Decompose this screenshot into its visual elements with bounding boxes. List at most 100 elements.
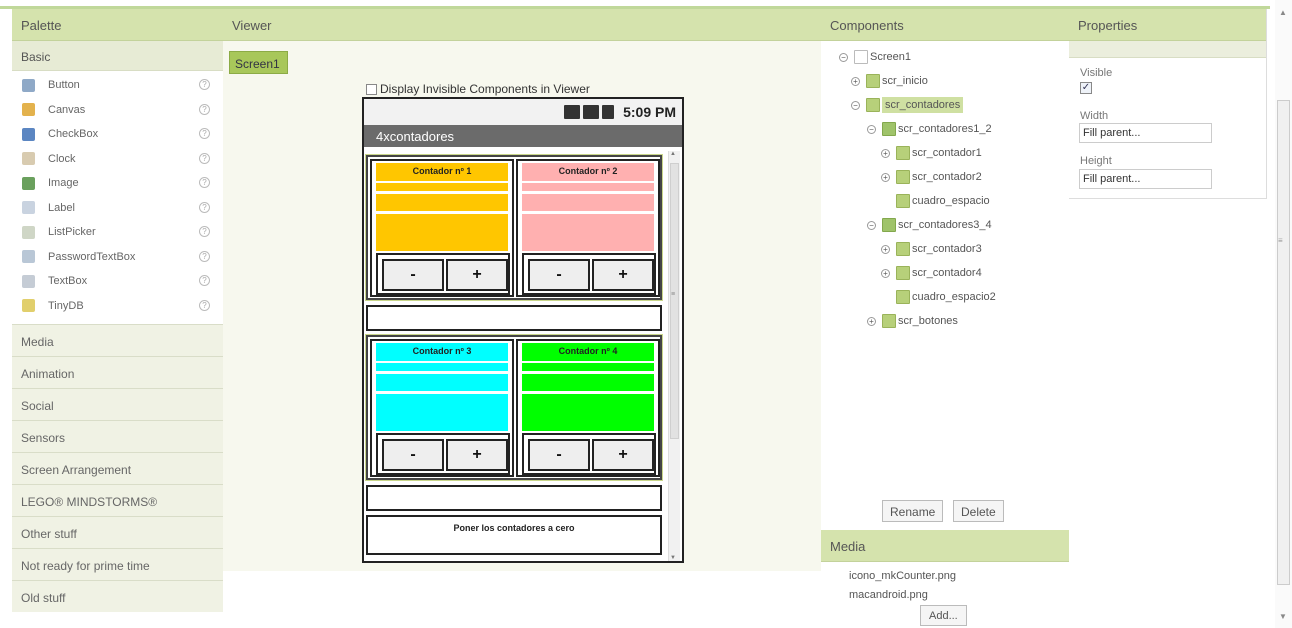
component-label[interactable]: scr_inicio [882,75,928,87]
scr-contadores3-4[interactable]: Contador nº 3 - + Contador nº 4 - + [365,334,663,481]
help-icon[interactable]: ? [199,79,210,90]
palette-category[interactable]: Not ready for prime time [12,548,223,580]
collapse-icon[interactable]: − [867,124,876,134]
display-invisible-checkbox[interactable] [366,83,377,95]
counter-1[interactable]: Contador nº 1 - + [370,159,514,297]
counter-1-plus-button[interactable]: + [446,259,508,291]
component-node[interactable]: + scr_contador1 [881,143,982,163]
cuadro-espacio2[interactable] [366,485,662,511]
palette-category[interactable]: Old stuff [12,580,223,612]
palette-category[interactable]: Animation [12,356,223,388]
palette-item-listpicker[interactable]: ListPicker? [12,220,223,245]
add-media-button[interactable]: Add... [920,605,967,626]
expand-icon[interactable]: + [881,244,890,254]
palette-item-passwordtextbox[interactable]: PasswordTextBox? [12,245,223,270]
component-label[interactable]: scr_contador2 [912,171,982,183]
component-node[interactable]: + scr_contador4 [881,263,982,283]
palette-category[interactable]: Sensors [12,420,223,452]
delete-button[interactable]: Delete [953,500,1004,522]
collapse-icon[interactable]: − [851,100,860,110]
component-node[interactable]: + scr_botones [867,311,958,331]
rename-button[interactable]: Rename [882,500,944,522]
component-node[interactable]: − scr_contadores1_2 [867,119,992,139]
palette-item-image[interactable]: Image? [12,171,223,196]
counter-1-minus-button[interactable]: - [382,259,444,291]
component-label[interactable]: Screen1 [870,51,911,63]
page-scroll-thumb[interactable] [1277,100,1290,585]
palette-category[interactable]: Other stuff [12,516,223,548]
component-node[interactable]: − scr_contadores [851,95,964,115]
page-scroll-up-icon[interactable]: ▲ [1279,8,1287,17]
palette-item-textbox[interactable]: TextBox? [12,269,223,294]
palette-item-clock[interactable]: Clock? [12,147,223,172]
component-node[interactable]: cuadro_espacio [896,191,990,211]
counter-4[interactable]: Contador nº 4 - + [516,339,660,477]
expand-icon[interactable]: + [881,172,890,182]
height-field[interactable]: Fill parent... [1079,169,1212,189]
help-icon[interactable]: ? [199,201,210,213]
component-label[interactable]: scr_contadores3_4 [898,219,992,231]
width-field[interactable]: Fill parent... [1079,123,1212,143]
scroll-down-arrow-icon[interactable]: ▼ [670,555,676,561]
expand-icon[interactable]: + [867,316,876,326]
media-file[interactable]: macandroid.png [849,589,928,601]
palette-item-checkbox[interactable]: CheckBox? [12,122,223,147]
palette-category[interactable]: Screen Arrangement [12,452,223,484]
help-icon[interactable]: ? [199,299,210,311]
display-invisible-toggle[interactable]: Display Invisible Components in Viewer [366,82,590,96]
help-icon[interactable]: ? [199,226,210,237]
palette-category[interactable]: LEGO® MINDSTORMS® [12,484,223,516]
palette-item-tinydb[interactable]: TinyDB? [12,294,223,319]
counter-2-minus-button[interactable]: - [528,259,590,291]
palette-basic-header[interactable]: Basic [12,41,223,71]
palette-category[interactable]: Media [12,324,223,356]
expand-icon[interactable]: + [851,76,860,86]
palette-item-canvas[interactable]: Canvas? [12,98,223,123]
help-icon[interactable]: ? [199,128,210,139]
component-node[interactable]: + scr_contador2 [881,167,982,187]
counter-3-plus-button[interactable]: + [446,439,508,471]
screen-tab[interactable]: Screen1 [229,51,288,74]
media-file[interactable]: icono_mkCounter.png [849,570,956,582]
reset-counters-button[interactable]: Poner los contadores a cero [368,517,660,533]
component-node[interactable]: + scr_contador3 [881,239,982,259]
palette-item-label[interactable]: Label? [12,196,223,221]
help-icon[interactable]: ? [199,275,210,286]
component-label[interactable]: cuadro_espacio [912,195,990,207]
help-icon[interactable]: ? [199,103,210,115]
component-label[interactable]: scr_contador3 [912,243,982,255]
help-icon[interactable]: ? [199,250,210,262]
component-label[interactable]: scr_contador1 [912,147,982,159]
scr-contadores1-2[interactable]: Contador nº 1 - + Contador nº 2 - + [365,154,663,301]
help-icon[interactable]: ? [199,152,210,164]
help-icon[interactable]: ? [199,177,210,188]
phone-scrollbar[interactable]: ▲ ≡ ▼ [668,151,680,561]
palette-item-button[interactable]: Button? [12,73,223,98]
component-label[interactable]: scr_contador4 [912,267,982,279]
component-node[interactable]: cuadro_espacio2 [896,287,996,307]
scroll-up-arrow-icon[interactable]: ▲ [670,151,676,157]
counter-3-minus-button[interactable]: - [382,439,444,471]
expand-icon[interactable]: + [881,268,890,278]
counter-4-plus-button[interactable]: + [592,439,654,471]
component-node[interactable]: − scr_contadores3_4 [867,215,992,235]
page-scrollbar[interactable]: ▲ ≡ ▼ [1275,0,1292,628]
collapse-icon[interactable]: − [867,220,876,230]
visible-checkbox[interactable]: ✓ [1080,82,1092,94]
counter-3[interactable]: Contador nº 3 - + [370,339,514,477]
cuadro-espacio[interactable] [366,305,662,331]
palette-category[interactable]: Social [12,388,223,420]
counter-2-plus-button[interactable]: + [592,259,654,291]
component-label[interactable]: scr_contadores1_2 [898,123,992,135]
phone-scroll-thumb[interactable] [670,163,679,439]
scr-botones[interactable]: Poner los contadores a cero [366,515,662,555]
counter-4-minus-button[interactable]: - [528,439,590,471]
component-label[interactable]: cuadro_espacio2 [912,291,996,303]
expand-icon[interactable]: + [881,148,890,158]
page-scroll-down-icon[interactable]: ▼ [1279,612,1287,621]
component-node[interactable]: + scr_inicio [851,71,928,91]
component-node[interactable]: − Screen1 [839,47,911,67]
component-label[interactable]: scr_contadores [882,97,964,113]
component-label[interactable]: scr_botones [898,315,958,327]
counter-2[interactable]: Contador nº 2 - + [516,159,660,297]
